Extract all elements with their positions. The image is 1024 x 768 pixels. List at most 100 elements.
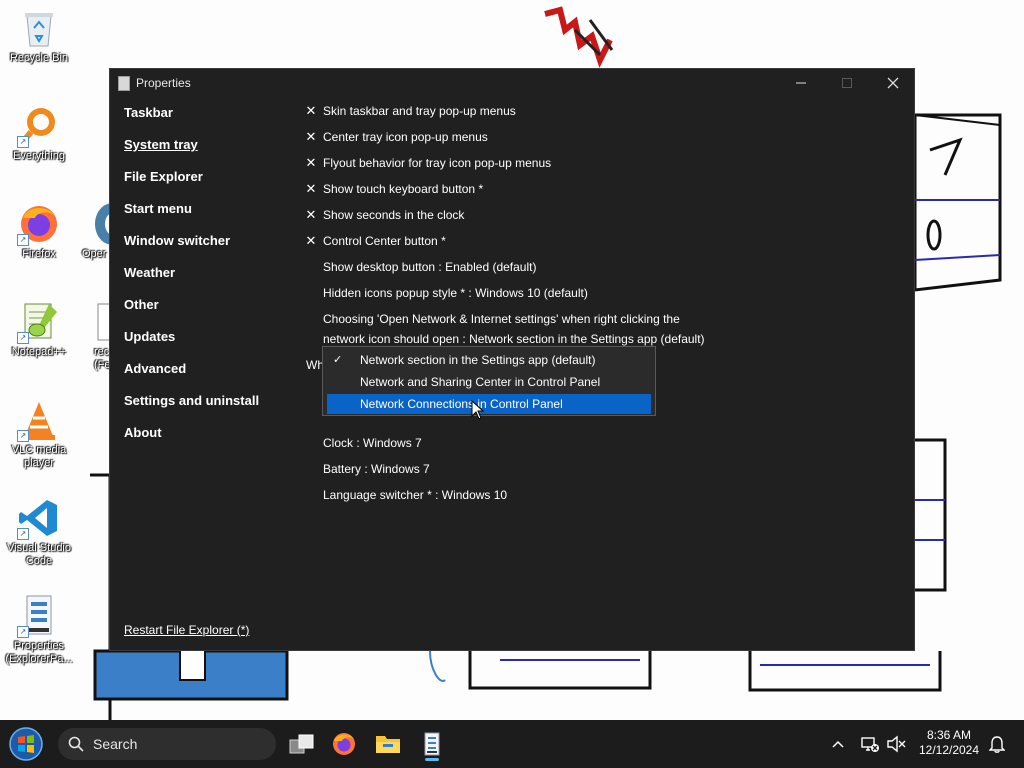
search-placeholder: Search (93, 736, 138, 752)
folder-icon (376, 736, 400, 753)
volume-status-button[interactable] (884, 720, 908, 768)
setting-label: Battery : Windows 7 (323, 462, 430, 476)
nav-item-other[interactable]: Other (124, 295, 304, 327)
setting-label: Flyout behavior for tray icon pop-up men… (323, 156, 552, 170)
unchecked-x-icon: ✕ (305, 103, 317, 118)
option-label: Network Connections in Control Panel (360, 397, 563, 411)
taskbar-properties-button[interactable] (414, 726, 450, 762)
desktop-icon-file[interactable]: rec (Fe (78, 300, 111, 372)
taskbar-search-box[interactable]: Search (58, 728, 276, 760)
setting-label: Show seconds in the clock (323, 208, 465, 222)
window-title: Properties (136, 76, 191, 90)
task-view-icon (289, 734, 314, 754)
start-button[interactable] (6, 726, 46, 762)
nav-item-label: Taskbar (124, 105, 173, 120)
search-icon (68, 736, 84, 752)
desktop-icon-label: Oper (82, 248, 107, 260)
unchecked-x-icon: ✕ (305, 181, 317, 196)
setting-label: Show desktop button : Enabled (default) (323, 260, 537, 274)
everything-search-icon: ↗ (17, 104, 61, 148)
desktop-icon-vscode[interactable]: ↗ Visual Studio Code (1, 496, 77, 568)
setting-label: Language switcher * : Windows 10 (323, 488, 508, 502)
title-bar[interactable]: Properties (110, 69, 914, 97)
nav-item-label: File Explorer (124, 169, 203, 184)
setting-label: Show touch keyboard button * (323, 182, 484, 196)
nav-item-settings-uninstall[interactable]: Settings and uninstall (124, 391, 304, 423)
setting-label: Clock : Windows 7 (323, 436, 422, 450)
nav-item-taskbar[interactable]: Taskbar (124, 103, 304, 135)
notepad-plus-plus-icon: ↗ (17, 300, 61, 344)
vlc-cone-icon: ↗ (17, 398, 61, 442)
network-status-button[interactable] (858, 720, 882, 768)
desktop-icon-notepadpp[interactable]: ↗ Notepad++ (1, 300, 77, 359)
minimize-button[interactable] (778, 69, 824, 97)
desktop-icon-label: Properties (ExplorerPa... (5, 640, 73, 665)
nav-item-label: About (124, 425, 162, 440)
close-button[interactable] (870, 69, 916, 97)
setting-label: Control Center button * (323, 234, 446, 248)
desktop-icon-opera[interactable]: Oper (64, 202, 112, 261)
taskbar-file-explorer-button[interactable] (370, 726, 406, 762)
dropdown-option-network-connections[interactable]: Network Connections in Control Panel (327, 394, 651, 414)
taskbar-firefox-button[interactable] (326, 726, 362, 762)
properties-app-icon (424, 732, 440, 756)
bell-icon (989, 736, 1005, 753)
nav-item-label: Settings and uninstall (124, 393, 260, 408)
setting-label: Hidden icons popup style * : Windows 10 … (323, 286, 588, 300)
volume-muted-icon (887, 735, 906, 753)
desktop-icon-recycle-bin[interactable]: Recycle Bin (1, 6, 77, 65)
nav-item-weather[interactable]: Weather (124, 263, 304, 295)
maximize-icon (842, 78, 852, 88)
setting-label: Center tray icon pop-up menus (323, 130, 488, 144)
desktop-icon-label: Visual Studio Code (6, 542, 71, 567)
close-icon (887, 77, 899, 89)
option-label: Network and Sharing Center in Control Pa… (360, 375, 601, 389)
nav-item-label: Start menu (124, 201, 192, 216)
firefox-icon (333, 733, 355, 755)
nav-item-label: Window switcher (124, 233, 231, 248)
dropdown-option-settings-app[interactable]: ✓ Network section in the Settings app (d… (327, 350, 651, 370)
desktop-icon-label: Recycle Bin (9, 52, 69, 64)
show-hidden-icons-button[interactable] (828, 720, 848, 768)
taskbar: Search 8:36 AM 12/12/2024 (0, 720, 1024, 768)
nav-item-start-menu[interactable]: Start menu (124, 199, 304, 231)
nav-item-system-tray[interactable]: System tray (124, 135, 304, 167)
desktop-icon-label: Notepad++ (11, 346, 67, 358)
desktop-icon-properties[interactable]: ↗ Properties (ExplorerPa... (1, 594, 77, 666)
nav-item-label: Weather (124, 265, 176, 280)
nav-item-label: Updates (124, 329, 176, 344)
nav-item-label: Advanced (124, 361, 187, 376)
app-icon (118, 76, 130, 91)
vscode-icon: ↗ (17, 496, 61, 540)
notifications-button[interactable] (986, 720, 1008, 768)
chevron-up-icon (832, 740, 844, 748)
properties-app-icon: ↗ (17, 594, 61, 638)
mouse-pointer-icon (471, 400, 485, 420)
taskbar-clock[interactable]: 8:36 AM 12/12/2024 (914, 728, 984, 758)
desktop-icon-everything[interactable]: ↗ Everything (1, 104, 77, 163)
nav-item-about[interactable]: About (124, 423, 304, 455)
network-option-dropdown: ✓ Network section in the Settings app (d… (322, 346, 656, 416)
restart-explorer-link[interactable]: Restart File Explorer (*) (124, 623, 249, 637)
clock-time: 8:36 AM (926, 728, 972, 742)
desktop-icon-label: rec (Fe (94, 346, 111, 371)
setting-label: Skin taskbar and tray pop-up menus (323, 104, 516, 118)
nav-item-label: System tray (124, 137, 198, 152)
nav-item-window-switcher[interactable]: Window switcher (124, 231, 304, 263)
minimize-icon (796, 82, 806, 84)
nav-item-file-explorer[interactable]: File Explorer (124, 167, 304, 199)
nav-item-advanced[interactable]: Advanced (124, 359, 304, 391)
dropdown-option-sharing-center[interactable]: Network and Sharing Center in Control Pa… (327, 372, 651, 392)
recycle-bin-icon (17, 6, 61, 50)
desktop-icon-vlc[interactable]: ↗ VLC media player (1, 398, 77, 470)
clock-date: 12/12/2024 (918, 743, 980, 757)
section-nav: Taskbar System tray File Explorer Start … (124, 103, 304, 455)
nav-item-label: Other (124, 297, 159, 312)
task-view-button[interactable] (284, 726, 320, 762)
option-label: Network section in the Settings app (def… (360, 353, 596, 367)
nav-item-updates[interactable]: Updates (124, 327, 304, 359)
firefox-icon: ↗ (17, 202, 61, 246)
unchecked-x-icon: ✕ (305, 155, 317, 170)
unchecked-x-icon: ✕ (305, 129, 317, 144)
maximize-button[interactable] (824, 69, 870, 97)
